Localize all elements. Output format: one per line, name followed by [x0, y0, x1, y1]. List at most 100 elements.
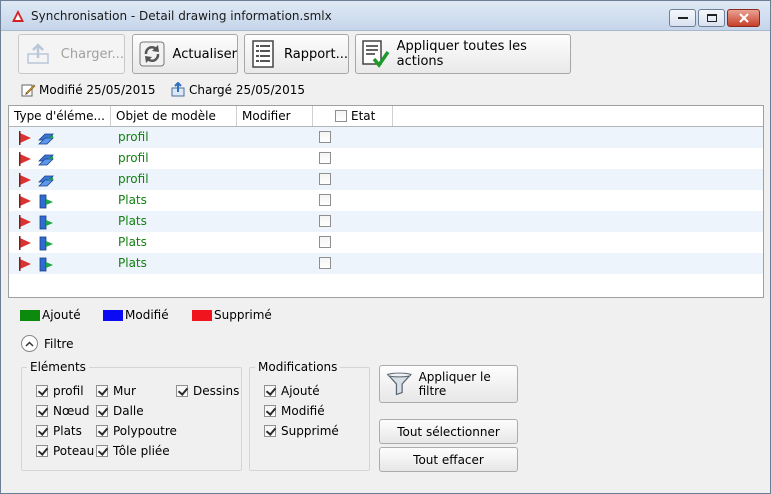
filter-mur-checkbox[interactable]: Mur: [96, 384, 136, 398]
select-all-rows-checkbox[interactable]: [335, 110, 347, 122]
table-row[interactable]: Plats: [9, 190, 763, 211]
legend-modified-label: Modifié: [125, 308, 169, 322]
checkbox-label: Supprimé: [281, 424, 339, 438]
checkbox-box[interactable]: [36, 425, 48, 437]
checkbox-label: Mur: [113, 384, 136, 398]
model-object-label: Plats: [118, 193, 147, 207]
maximize-button[interactable]: [698, 9, 725, 27]
synchronisation-window: Synchronisation - Detail drawing informa…: [0, 0, 771, 494]
column-header-modify[interactable]: Modifier: [237, 106, 313, 126]
apply-all-actions-button[interactable]: Appliquer toutes les actions: [355, 34, 571, 74]
checkbox-box[interactable]: [264, 385, 276, 397]
report-button[interactable]: Rapport...: [244, 34, 349, 74]
document-check-icon: [360, 38, 391, 70]
checkbox-label: Dalle: [113, 404, 144, 418]
legend-modified: Modifié: [103, 308, 169, 322]
table-row[interactable]: Plats: [9, 232, 763, 253]
filter-tole-pliee-checkbox[interactable]: Tôle pliée: [96, 444, 170, 458]
row-state-checkbox[interactable]: [319, 215, 331, 227]
row-state-checkbox[interactable]: [319, 131, 331, 143]
modified-info: Modifié 25/05/2015: [21, 82, 156, 97]
elements-group: Eléments profil Nœud Plats Poteau Mur Da…: [21, 360, 242, 471]
filter-modifie-checkbox[interactable]: Modifié: [264, 404, 325, 418]
close-icon: [738, 13, 749, 23]
funnel-icon: [386, 372, 413, 396]
row-state-checkbox[interactable]: [319, 236, 331, 248]
checkbox-box[interactable]: [96, 385, 108, 397]
checkbox-box[interactable]: [96, 405, 108, 417]
checkbox-box[interactable]: [36, 385, 48, 397]
loaded-info: Chargé 25/05/2015: [171, 82, 305, 97]
grid-header: Type d'éléme... Objet de modèle Modifier…: [9, 106, 763, 127]
minimize-button[interactable]: [669, 9, 696, 27]
checkbox-box[interactable]: [96, 425, 108, 437]
filter-profil-checkbox[interactable]: profil: [36, 384, 84, 398]
table-row[interactable]: profil: [9, 169, 763, 190]
checkbox-box[interactable]: [96, 445, 108, 457]
refresh-button[interactable]: Actualiser: [132, 34, 238, 74]
checkbox-label: profil: [53, 384, 84, 398]
filter-toggle-label: Filtre: [44, 336, 74, 351]
model-object-label: profil: [118, 151, 149, 165]
legend-added-label: Ajouté: [42, 308, 81, 322]
checkbox-box[interactable]: [264, 425, 276, 437]
checkbox-box[interactable]: [36, 445, 48, 457]
load-status-icon: [171, 82, 185, 97]
minimize-icon: [677, 17, 688, 19]
report-label: Rapport...: [283, 46, 348, 62]
title-bar: Synchronisation - Detail drawing informa…: [1, 1, 770, 31]
checkbox-box[interactable]: [176, 385, 188, 397]
select-all-button[interactable]: Tout sélectionner: [379, 419, 518, 444]
filter-poteau-checkbox[interactable]: Poteau: [36, 444, 94, 458]
table-row[interactable]: profil: [9, 127, 763, 148]
load-label: Charger...: [60, 46, 124, 62]
report-icon: [249, 38, 278, 70]
checkbox-label: Modifié: [281, 404, 325, 418]
checkbox-label: Dessins: [193, 384, 240, 398]
table-row[interactable]: Plats: [9, 253, 763, 274]
table-row[interactable]: profil: [9, 148, 763, 169]
modified-date: Modifié 25/05/2015: [39, 82, 156, 97]
window-title: Synchronisation - Detail drawing informa…: [31, 9, 332, 23]
close-button[interactable]: [727, 9, 760, 27]
column-header-type[interactable]: Type d'éléme...: [9, 106, 111, 126]
filter-dalle-checkbox[interactable]: Dalle: [96, 404, 144, 418]
plate-type-icon: [17, 235, 55, 251]
row-state-checkbox[interactable]: [319, 257, 331, 269]
refresh-label: Actualiser: [172, 46, 237, 62]
table-row[interactable]: Plats: [9, 211, 763, 232]
sync-items-grid: Type d'éléme... Objet de modèle Modifier…: [8, 105, 764, 298]
maximize-icon: [706, 14, 717, 22]
row-state-checkbox[interactable]: [319, 173, 331, 185]
model-object-label: Plats: [118, 214, 147, 228]
deleted-swatch: [192, 309, 212, 321]
filter-toggle[interactable]: Filtre: [21, 335, 73, 352]
profile-type-icon: [17, 151, 55, 167]
checkbox-box[interactable]: [36, 405, 48, 417]
load-button[interactable]: Charger...: [18, 34, 125, 74]
pencil-icon: [21, 84, 36, 97]
apply-all-actions-label: Appliquer toutes les actions: [396, 39, 527, 69]
chevron-up-icon: [21, 335, 38, 352]
checkbox-box[interactable]: [264, 405, 276, 417]
checkbox-label: Poteau: [53, 444, 95, 458]
clear-all-button[interactable]: Tout effacer: [379, 447, 518, 472]
column-header-model-object[interactable]: Objet de modèle: [111, 106, 237, 126]
loaded-date: Chargé 25/05/2015: [189, 82, 306, 97]
plate-type-icon: [17, 193, 55, 209]
filter-ajoute-checkbox[interactable]: Ajouté: [264, 384, 320, 398]
filter-dessins-checkbox[interactable]: Dessins: [176, 384, 239, 398]
filter-plats-checkbox[interactable]: Plats: [36, 424, 82, 438]
column-header-state-label: Etat: [351, 109, 376, 123]
row-state-checkbox[interactable]: [319, 152, 331, 164]
filter-supprime-checkbox[interactable]: Supprimé: [264, 424, 339, 438]
filter-polypoutre-checkbox[interactable]: Polypoutre: [96, 424, 177, 438]
model-object-label: Plats: [118, 235, 147, 249]
modifications-group: Modifications Ajouté Modifié Supprimé: [249, 360, 370, 471]
filter-noeud-checkbox[interactable]: Nœud: [36, 404, 89, 418]
checkbox-label: Plats: [53, 424, 82, 438]
column-header-state[interactable]: Etat: [313, 106, 393, 126]
select-all-label: Tout sélectionner: [397, 424, 500, 439]
row-state-checkbox[interactable]: [319, 194, 331, 206]
apply-filter-button[interactable]: Appliquer le filtre: [379, 365, 518, 403]
